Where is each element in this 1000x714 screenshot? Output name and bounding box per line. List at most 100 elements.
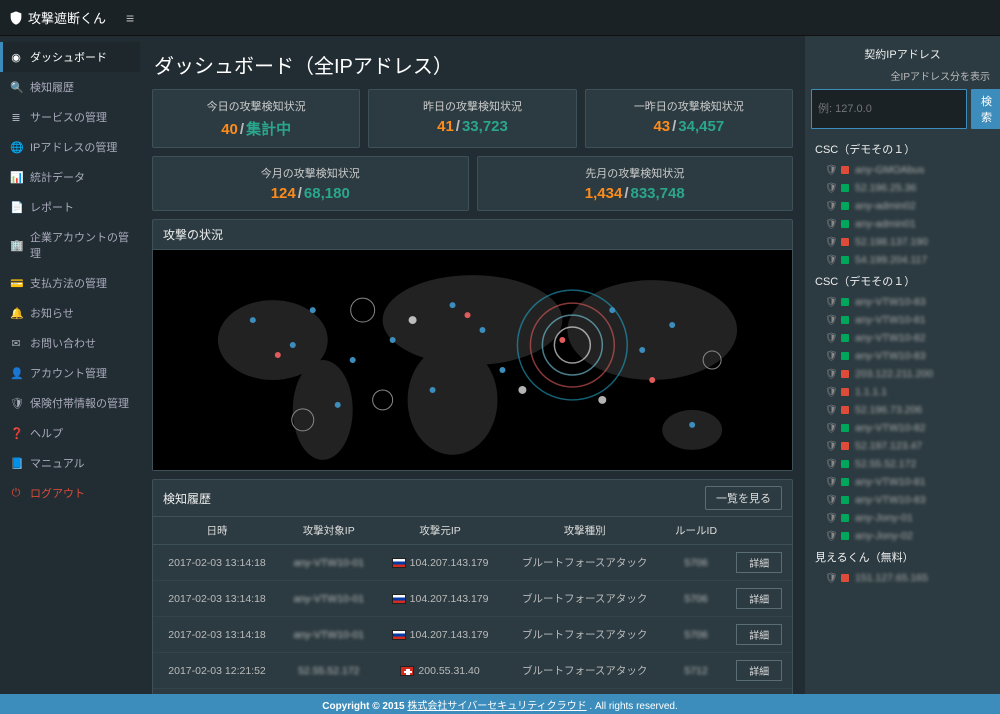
shield-icon: 🛡 — [825, 297, 835, 308]
ip-node-label: any-admin02 — [855, 200, 916, 212]
sidebar-item-6[interactable]: 🏢企業アカウントの管理 — [0, 222, 140, 268]
log-target: 52.55.52.172 — [281, 653, 376, 689]
ip-node[interactable]: 🛡 any-VTW10-83 — [811, 347, 994, 365]
shield-icon: 🛡 — [825, 531, 835, 542]
shield-icon: 🛡 — [825, 495, 835, 506]
sidebar-item-13[interactable]: 📘マニュアル — [0, 448, 140, 478]
log-rule: 5706 — [666, 617, 727, 653]
ip-node[interactable]: 🛡 52.197.123.47 — [811, 437, 994, 455]
sidebar-item-1[interactable]: 🔍検知履歴 — [0, 72, 140, 102]
book-icon: 📘 — [10, 457, 22, 469]
shield-icon: 🛡 — [825, 369, 835, 380]
sidebar: ◉ダッシュボード🔍検知履歴≣サービスの管理🌐IPアドレスの管理📊統計データ📄レポ… — [0, 36, 140, 714]
ip-node[interactable]: 🛡 any-admin02 — [811, 197, 994, 215]
status-dot-icon — [841, 352, 849, 360]
ip-node-label: any-Jony-02 — [855, 530, 913, 542]
ip-node[interactable]: 🛡 any-VTW10-81 — [811, 311, 994, 329]
top-stat-2: 一昨日の攻撃検知状況 43/34,457 — [585, 89, 793, 148]
status-dot-icon — [841, 316, 849, 324]
ip-node[interactable]: 🛡 1.1.1.1 — [811, 383, 994, 401]
shield-icon: 🛡 — [825, 573, 835, 584]
ip-group-head-1[interactable]: CSC（デモその１） — [811, 269, 994, 293]
status-dot-icon — [841, 532, 849, 540]
detail-button[interactable]: 詳細 — [736, 660, 782, 681]
sidebar-item-8[interactable]: 🔔お知らせ — [0, 298, 140, 328]
log-dt: 2017-02-03 13:14:18 — [153, 581, 281, 617]
stats-row-bottom: 今月の攻撃検知状況 124/68,180 先月の攻撃検知状況 1,434/833… — [152, 156, 793, 211]
sidebar-item-14[interactable]: ⏻ログアウト — [0, 478, 140, 508]
sidebar-item-label: 統計データ — [30, 169, 85, 185]
ip-node-label: any-VTW10-82 — [855, 422, 926, 434]
ip-node[interactable]: 🛡 any-VTW10-82 — [811, 329, 994, 347]
table-row: 2017-02-03 13:14:18 any-VTW10-01 104.207… — [153, 581, 792, 617]
bottom-stat-1: 先月の攻撃検知状況 1,434/833,748 — [477, 156, 794, 211]
status-dot-icon — [841, 406, 849, 414]
ip-node-label: 54.199.204.117 — [855, 254, 927, 266]
sidebar-item-3[interactable]: 🌐IPアドレスの管理 — [0, 132, 140, 162]
ip-node[interactable]: 🛡 any-admin01 — [811, 215, 994, 233]
sidebar-item-12[interactable]: ❓ヘルプ — [0, 418, 140, 448]
ip-node[interactable]: 🛡 52.196.25.36 — [811, 179, 994, 197]
sidebar-item-7[interactable]: 💳支払方法の管理 — [0, 268, 140, 298]
ip-node-label: any-Jony-01 — [855, 512, 913, 524]
attack-map[interactable] — [153, 250, 792, 470]
stat-title: 先月の攻撃検知状況 — [482, 165, 789, 181]
footer-company-link[interactable]: 株式会社サイバーセキュリティクラウド — [407, 701, 586, 712]
ip-node[interactable]: 🛡 any-Jony-01 — [811, 509, 994, 527]
sidebar-item-0[interactable]: ◉ダッシュボード — [0, 42, 140, 72]
sidebar-item-label: 保険付帯情報の管理 — [30, 395, 129, 411]
show-all-link[interactable]: 全IPアドレス分を表示 — [811, 68, 994, 89]
detail-button[interactable]: 詳細 — [736, 588, 782, 609]
status-dot-icon — [841, 202, 849, 210]
status-dot-icon — [841, 496, 849, 504]
ip-node[interactable]: 🛡 any-GMOAbus — [811, 161, 994, 179]
ip-group-head-2[interactable]: 見えるくん（無料） — [811, 545, 994, 569]
ip-group-head-0[interactable]: CSC（デモその１） — [811, 137, 994, 161]
view-all-button[interactable]: 一覧を見る — [705, 486, 782, 510]
ip-node[interactable]: 🛡 52.198.137.190 — [811, 233, 994, 251]
ip-node[interactable]: 🛡 203.122.211.200 — [811, 365, 994, 383]
ip-node[interactable]: 🛡 54.199.204.117 — [811, 251, 994, 269]
sidebar-item-label: ログアウト — [30, 485, 85, 501]
ip-node[interactable]: 🛡 any-VTW10-83 — [811, 491, 994, 509]
globe-icon: 🌐 — [10, 141, 22, 153]
footer: Copyright © 2015 株式会社サイバーセキュリティクラウド . Al… — [0, 694, 1000, 714]
sidebar-item-label: サービスの管理 — [30, 109, 107, 125]
topbar: 攻撃遮断くん ≡ — [0, 0, 1000, 36]
log-col: 攻撃種別 — [504, 517, 666, 545]
top-stat-1: 昨日の攻撃検知状況 41/33,723 — [368, 89, 576, 148]
detail-button[interactable]: 詳細 — [736, 552, 782, 573]
detail-button[interactable]: 詳細 — [736, 624, 782, 645]
mail-icon: ✉ — [10, 337, 22, 349]
sidebar-item-2[interactable]: ≣サービスの管理 — [0, 102, 140, 132]
shield-icon: 🛡 — [825, 387, 835, 398]
menu-toggle-icon[interactable]: ≡ — [126, 10, 134, 26]
status-dot-icon — [841, 298, 849, 306]
sidebar-item-5[interactable]: 📄レポート — [0, 192, 140, 222]
sidebar-item-11[interactable]: 🛡 保険付帯情報の管理 — [0, 388, 140, 418]
shield-icon: 🛡 — [10, 397, 22, 409]
sidebar-item-4[interactable]: 📊統計データ — [0, 162, 140, 192]
shield-icon: 🛡 — [825, 333, 835, 344]
sidebar-item-10[interactable]: 👤アカウント管理 — [0, 358, 140, 388]
sidebar-item-label: お知らせ — [30, 305, 74, 321]
ip-search-input[interactable] — [811, 89, 967, 129]
ip-node[interactable]: 🛡 any-Jony-02 — [811, 527, 994, 545]
bottom-stat-0: 今月の攻撃検知状況 124/68,180 — [152, 156, 469, 211]
ip-node[interactable]: 🛡 52.55.52.172 — [811, 455, 994, 473]
table-row: 2017-02-03 13:14:18 any-VTW10-01 104.207… — [153, 545, 792, 581]
ip-node[interactable]: 🛡 151.127.65.165 — [811, 569, 994, 587]
ip-search-button[interactable]: 検索 — [971, 89, 1000, 129]
stat-value: 41/33,723 — [373, 118, 571, 135]
ip-node-label: any-VTW10-81 — [855, 314, 926, 326]
ip-node[interactable]: 🛡 any-VTW10-82 — [811, 419, 994, 437]
log-source: 200.55.31.40 — [376, 653, 503, 689]
ip-node[interactable]: 🛡 any-VTW10-81 — [811, 473, 994, 491]
sidebar-item-9[interactable]: ✉ お問い合わせ — [0, 328, 140, 358]
flag-icon — [392, 630, 406, 640]
ip-node[interactable]: 🛡 any-VTW10-83 — [811, 293, 994, 311]
status-dot-icon — [841, 166, 849, 174]
sidebar-item-label: お問い合わせ — [30, 335, 96, 351]
shield-logo-icon — [8, 10, 24, 26]
ip-node[interactable]: 🛡 52.196.73.206 — [811, 401, 994, 419]
